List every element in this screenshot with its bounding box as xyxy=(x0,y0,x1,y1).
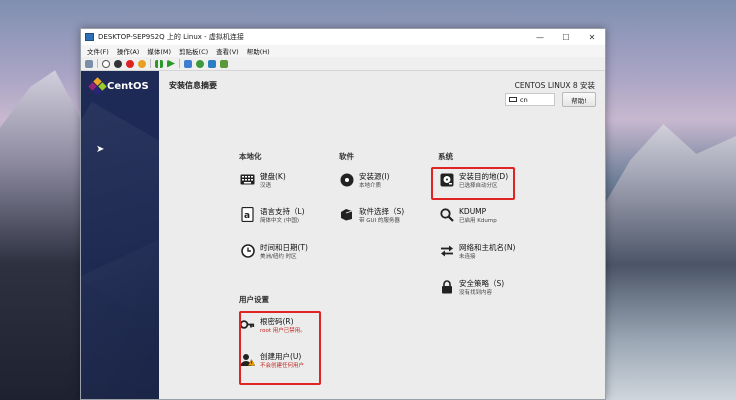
network-arrows-icon xyxy=(439,243,454,258)
start-icon[interactable] xyxy=(102,59,110,68)
pause-icon[interactable] xyxy=(155,59,163,68)
spoke-title: 软件选择（S) xyxy=(359,207,405,216)
guest-screen: CentOS ➤ 安装信息摘要 CENTOS LINUX 8 安装 cn 帮助!… xyxy=(81,71,605,399)
menu-action[interactable]: 操作(A) xyxy=(117,46,140,56)
spoke-software-selection[interactable]: 软件选择（S) 带 GUI 的服务器 xyxy=(339,207,431,225)
section-software: 软件 xyxy=(339,152,354,161)
language-icon: a xyxy=(240,207,255,222)
title-bar: DESKTOP-SEP9S2Q 上的 Linux - 虚拟机连接 — ☐ ✕ xyxy=(81,29,605,45)
spoke-title: KDUMP xyxy=(459,207,487,216)
menu-help[interactable]: 帮助(H) xyxy=(247,46,270,56)
section-system: 系统 xyxy=(438,152,453,161)
page-title: 安装信息摘要 xyxy=(169,81,217,90)
spoke-status: 简体中文 (中国) xyxy=(260,218,300,224)
shutdown-icon[interactable] xyxy=(126,59,134,68)
centos-logo-icon xyxy=(88,77,107,96)
turn-off-icon[interactable] xyxy=(114,59,122,68)
toolbar-separator xyxy=(150,59,151,68)
spoke-keyboard[interactable]: 键盘(K) 汉语 xyxy=(240,172,332,190)
toolbar-separator xyxy=(97,59,98,68)
disc-icon xyxy=(339,172,354,187)
resume-icon[interactable] xyxy=(167,59,175,68)
maximize-button[interactable]: ☐ xyxy=(553,29,579,45)
checkpoint-icon[interactable] xyxy=(184,59,192,68)
save-state-icon[interactable] xyxy=(138,59,146,68)
keyboard-layout-indicator[interactable]: cn xyxy=(505,93,555,106)
spoke-title: 时间和日期(T) xyxy=(260,243,308,252)
section-user-settings: 用户设置 xyxy=(239,295,269,304)
package-icon xyxy=(339,207,354,222)
spoke-language-support[interactable]: a 语言支持（L) 简体中文 (中国) xyxy=(240,207,332,225)
spoke-status: 带 GUI 的服务器 xyxy=(359,218,400,224)
keyboard-icon xyxy=(509,97,517,102)
menu-media[interactable]: 媒体(M) xyxy=(147,46,171,56)
centos-logo: CentOS xyxy=(88,77,149,96)
product-title: CENTOS LINUX 8 安装 xyxy=(514,81,595,90)
desktop-wallpaper-right xyxy=(604,124,736,400)
keyboard-icon xyxy=(240,172,255,187)
spoke-title: 安装源(I) xyxy=(359,172,390,181)
svg-text:a: a xyxy=(244,211,250,221)
spoke-title: 安全策略（S) xyxy=(459,279,505,288)
spoke-title: 网络和主机名(N) xyxy=(459,243,516,252)
menu-file[interactable]: 文件(F) xyxy=(87,46,109,56)
toolbar xyxy=(81,57,605,71)
enhanced-session-icon[interactable] xyxy=(208,59,216,68)
spoke-status: 汉语 xyxy=(260,183,272,189)
spoke-time-date[interactable]: 时间和日期(T) 美洲/纽约 时区 xyxy=(240,243,332,261)
logo-text: CentOS xyxy=(107,81,149,92)
revert-icon[interactable] xyxy=(196,59,204,68)
highlight-box-destination xyxy=(431,167,515,200)
section-localization: 本地化 xyxy=(239,152,262,161)
close-button[interactable]: ✕ xyxy=(579,29,605,45)
menu-clipboard[interactable]: 剪贴板(C) xyxy=(179,46,208,56)
spoke-network-hostname[interactable]: 网络和主机名(N) 未连接 xyxy=(439,243,531,261)
spoke-status: 未连接 xyxy=(459,254,476,260)
installation-summary: 安装信息摘要 CENTOS LINUX 8 安装 cn 帮助! 本地化 软件 系… xyxy=(159,71,605,399)
help-button[interactable]: 帮助! xyxy=(562,92,596,107)
spoke-status: 没有找到内容 xyxy=(459,290,493,296)
mouse-pointer-icon: ➤ xyxy=(96,144,105,155)
ctrl-alt-del-icon[interactable] xyxy=(85,59,93,68)
spoke-security-policy[interactable]: 安全策略（S) 没有找到内容 xyxy=(439,279,531,297)
window-controls: — ☐ ✕ xyxy=(527,29,605,45)
window-title: DESKTOP-SEP9S2Q 上的 Linux - 虚拟机连接 xyxy=(98,33,244,41)
highlight-box-user-settings xyxy=(239,311,321,385)
spoke-kdump[interactable]: KDUMP 已启用 Kdump xyxy=(439,207,531,225)
vm-connection-window: DESKTOP-SEP9S2Q 上的 Linux - 虚拟机连接 — ☐ ✕ 文… xyxy=(80,28,606,400)
spoke-title: 语言支持（L) xyxy=(260,207,305,216)
spoke-title: 键盘(K) xyxy=(260,172,286,181)
spoke-status: 本地介质 xyxy=(359,183,382,189)
menu-view[interactable]: 查看(V) xyxy=(216,46,239,56)
lock-icon xyxy=(439,279,454,294)
minimize-button[interactable]: — xyxy=(527,29,553,45)
spoke-status: 美洲/纽约 时区 xyxy=(260,254,297,260)
keyboard-layout-value: cn xyxy=(520,95,528,104)
spoke-status: 已启用 Kdump xyxy=(459,218,497,224)
toolbar-separator xyxy=(179,59,180,68)
spoke-installation-source[interactable]: 安装源(I) 本地介质 xyxy=(339,172,431,190)
share-icon[interactable] xyxy=(220,59,228,68)
search-icon xyxy=(439,207,454,222)
installer-sidebar: CentOS ➤ xyxy=(81,71,159,399)
clock-icon xyxy=(240,243,255,258)
menu-bar: 文件(F) 操作(A) 媒体(M) 剪贴板(C) 查看(V) 帮助(H) xyxy=(81,45,605,57)
vm-app-icon xyxy=(85,33,94,41)
